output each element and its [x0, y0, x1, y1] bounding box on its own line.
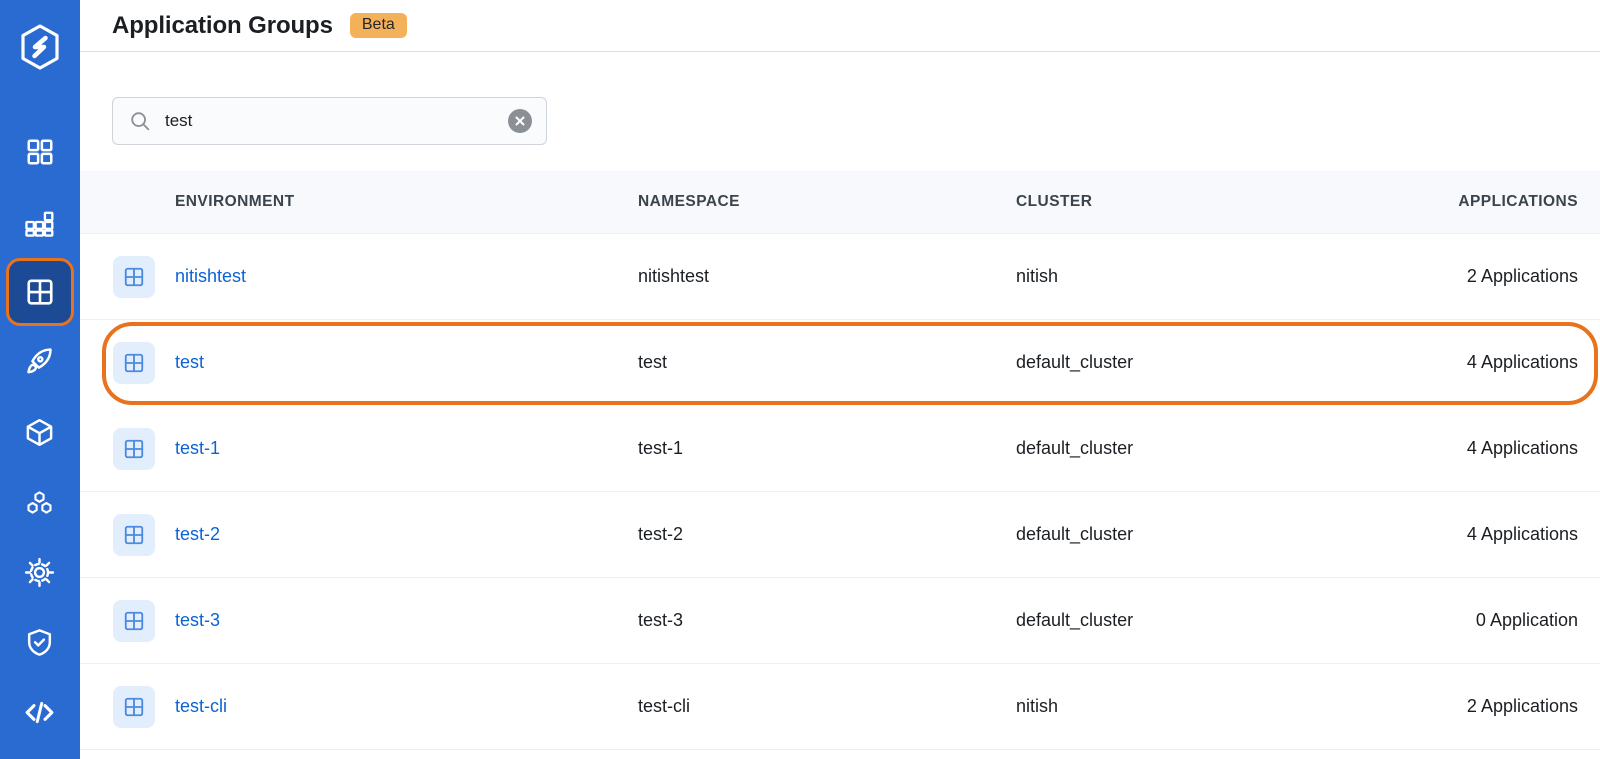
- grid-square-icon: [113, 599, 155, 642]
- page-header: Application Groups Beta: [80, 0, 1600, 52]
- grid-square-icon: [113, 513, 155, 556]
- gear-sun-icon: [24, 557, 55, 588]
- table-row[interactable]: test-3 test-3 default_cluster 0 Applicat…: [80, 578, 1600, 664]
- row-cluster-cell: default_cluster: [1016, 524, 1134, 544]
- table-header-row: ENVIRONMENT NAMESPACE CLUSTER APPLICATIO…: [80, 171, 1600, 234]
- page-title: Application Groups: [112, 11, 333, 39]
- row-cluster-cell: nitish: [1016, 266, 1059, 286]
- sidebar-item-dashboard[interactable]: [6, 118, 74, 186]
- column-header-applications[interactable]: APPLICATIONS: [1391, 193, 1600, 211]
- grid-square-icon: [113, 685, 155, 728]
- table-row[interactable]: test test default_cluster 4 Applications: [80, 320, 1600, 406]
- bar-chart-icon: [24, 206, 56, 238]
- row-applications-cell: 4 Applications: [1466, 524, 1578, 544]
- row-environment-cell: test: [175, 352, 638, 373]
- row-namespace-cell: test-3: [638, 610, 684, 630]
- sidebar: [0, 0, 80, 759]
- environment-link[interactable]: nitishtest: [175, 266, 246, 286]
- row-environment-cell: test-cli: [175, 696, 638, 717]
- row-cluster-cell: default_cluster: [1016, 610, 1134, 630]
- code-brackets-icon: [23, 696, 56, 729]
- search-area: [80, 52, 1600, 145]
- table-row[interactable]: test-1 test-1 default_cluster 4 Applicat…: [80, 406, 1600, 492]
- row-icon-cell: [80, 341, 175, 384]
- application-groups-table: ENVIRONMENT NAMESPACE CLUSTER APPLICATIO…: [80, 171, 1600, 750]
- grid-square-icon: [113, 341, 155, 384]
- row-namespace-cell: test-1: [638, 438, 684, 458]
- hexagons-icon: [24, 487, 55, 518]
- row-icon-cell: [80, 427, 175, 470]
- search-input[interactable]: [165, 111, 508, 131]
- search-icon: [129, 110, 151, 132]
- environment-link[interactable]: test-1: [175, 438, 220, 458]
- sidebar-item-deployments[interactable]: [6, 328, 74, 396]
- environment-link[interactable]: test: [175, 352, 204, 372]
- column-header-environment[interactable]: ENVIRONMENT: [175, 193, 638, 211]
- row-icon-cell: [80, 255, 175, 298]
- row-environment-cell: test-2: [175, 524, 638, 545]
- rocket-icon: [24, 347, 55, 378]
- row-environment-cell: test-3: [175, 610, 638, 631]
- sidebar-nav: [0, 118, 79, 748]
- column-header-cluster[interactable]: CLUSTER: [1016, 193, 1391, 211]
- column-header-namespace[interactable]: NAMESPACE: [638, 193, 1016, 211]
- dashboard-grid-icon: [25, 137, 55, 167]
- row-applications-cell: 0 Application: [1475, 610, 1578, 630]
- row-icon-cell: [80, 513, 175, 556]
- environment-link[interactable]: test-3: [175, 610, 220, 630]
- row-applications-cell: 4 Applications: [1466, 438, 1578, 458]
- devtron-logo[interactable]: [17, 24, 63, 70]
- row-icon-cell: [80, 599, 175, 642]
- beta-badge: Beta: [349, 13, 407, 38]
- sidebar-item-application-groups[interactable]: [5, 258, 74, 326]
- sidebar-item-code-editor[interactable]: [6, 678, 74, 746]
- row-namespace-cell: nitishtest: [638, 266, 710, 286]
- sidebar-item-chart-store[interactable]: [6, 398, 74, 466]
- sidebar-item-resource-browser[interactable]: [6, 468, 74, 536]
- row-applications-cell: 2 Applications: [1466, 266, 1578, 286]
- row-applications-cell: 2 Applications: [1466, 696, 1578, 716]
- clear-search-button[interactable]: [508, 109, 532, 133]
- grid-square-icon: [25, 277, 55, 307]
- row-namespace-cell: test-cli: [638, 696, 691, 716]
- table-body: nitishtest nitishtest nitish 2 Applicati…: [80, 234, 1600, 750]
- row-icon-cell: [80, 685, 175, 728]
- row-environment-cell: test-1: [175, 438, 638, 459]
- environment-link[interactable]: test-cli: [175, 696, 227, 716]
- row-applications-cell: 4 Applications: [1466, 352, 1578, 372]
- row-cluster-cell: nitish: [1016, 696, 1059, 716]
- sidebar-item-security[interactable]: [6, 608, 74, 676]
- sidebar-item-applications-chart[interactable]: [6, 188, 74, 256]
- grid-square-icon: [113, 427, 155, 470]
- search-box[interactable]: [112, 97, 547, 145]
- main-content: Application Groups Beta test ENVIRONMENT…: [80, 0, 1600, 759]
- row-namespace-cell: test: [638, 352, 668, 372]
- shield-check-icon: [24, 627, 55, 658]
- row-cluster-cell: default_cluster: [1016, 352, 1134, 372]
- table-row[interactable]: test-cli test-cli nitish 2 Applications: [80, 664, 1600, 750]
- table-row[interactable]: test-2 test-2 default_cluster 4 Applicat…: [80, 492, 1600, 578]
- row-environment-cell: nitishtest: [175, 266, 638, 287]
- cube-icon: [24, 417, 55, 448]
- app-root: Application Groups Beta test ENVIRONMENT…: [0, 0, 1600, 759]
- grid-square-icon: [113, 255, 155, 298]
- row-namespace-cell: test-2: [638, 524, 684, 544]
- environment-link[interactable]: test-2: [175, 524, 220, 544]
- sidebar-item-bulk-edit[interactable]: [6, 538, 74, 606]
- row-cluster-cell: default_cluster: [1016, 438, 1134, 458]
- table-row[interactable]: nitishtest nitishtest nitish 2 Applicati…: [80, 234, 1600, 320]
